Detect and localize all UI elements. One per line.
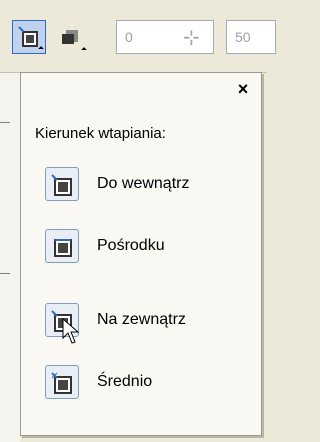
option-inside[interactable]: Do wewnątrz — [45, 167, 255, 203]
feather-direction-button[interactable] — [12, 20, 46, 54]
offset-field[interactable]: 0 ⊹ — [116, 20, 214, 54]
dropdown-arrow-icon — [81, 47, 87, 53]
popup-heading: Kierunek wtapiania: — [35, 125, 166, 142]
feather-middle-icon — [45, 229, 79, 263]
mouse-cursor-icon — [62, 318, 80, 344]
background-divider — [0, 273, 10, 274]
option-label: Pośrodku — [97, 237, 165, 254]
close-button[interactable]: × — [233, 79, 253, 99]
toolbar: 0 ⊹ 50 — [0, 0, 276, 72]
option-label: Do wewnątrz — [97, 175, 190, 192]
feather-average-icon — [45, 365, 79, 399]
background-divider — [0, 122, 10, 123]
shadow-style-icon — [62, 30, 78, 44]
spin-icon[interactable]: ⊹ — [183, 25, 200, 50]
option-average[interactable]: Średnio — [45, 365, 255, 401]
option-label: Na zewnątrz — [97, 311, 186, 328]
opacity-value: 50 — [235, 29, 251, 45]
option-label: Średnio — [97, 373, 153, 390]
opacity-field[interactable]: 50 — [226, 20, 276, 54]
feather-inside-icon — [45, 167, 79, 201]
dropdown-arrow-icon — [38, 46, 44, 52]
shadow-style-button[interactable] — [54, 20, 88, 54]
offset-value: 0 — [125, 29, 133, 45]
option-middle[interactable]: Pośrodku — [45, 229, 255, 265]
feather-direction-popup: × Kierunek wtapiania: Do wewnątrz Pośrod… — [20, 72, 262, 436]
feather-direction-icon — [18, 26, 38, 47]
